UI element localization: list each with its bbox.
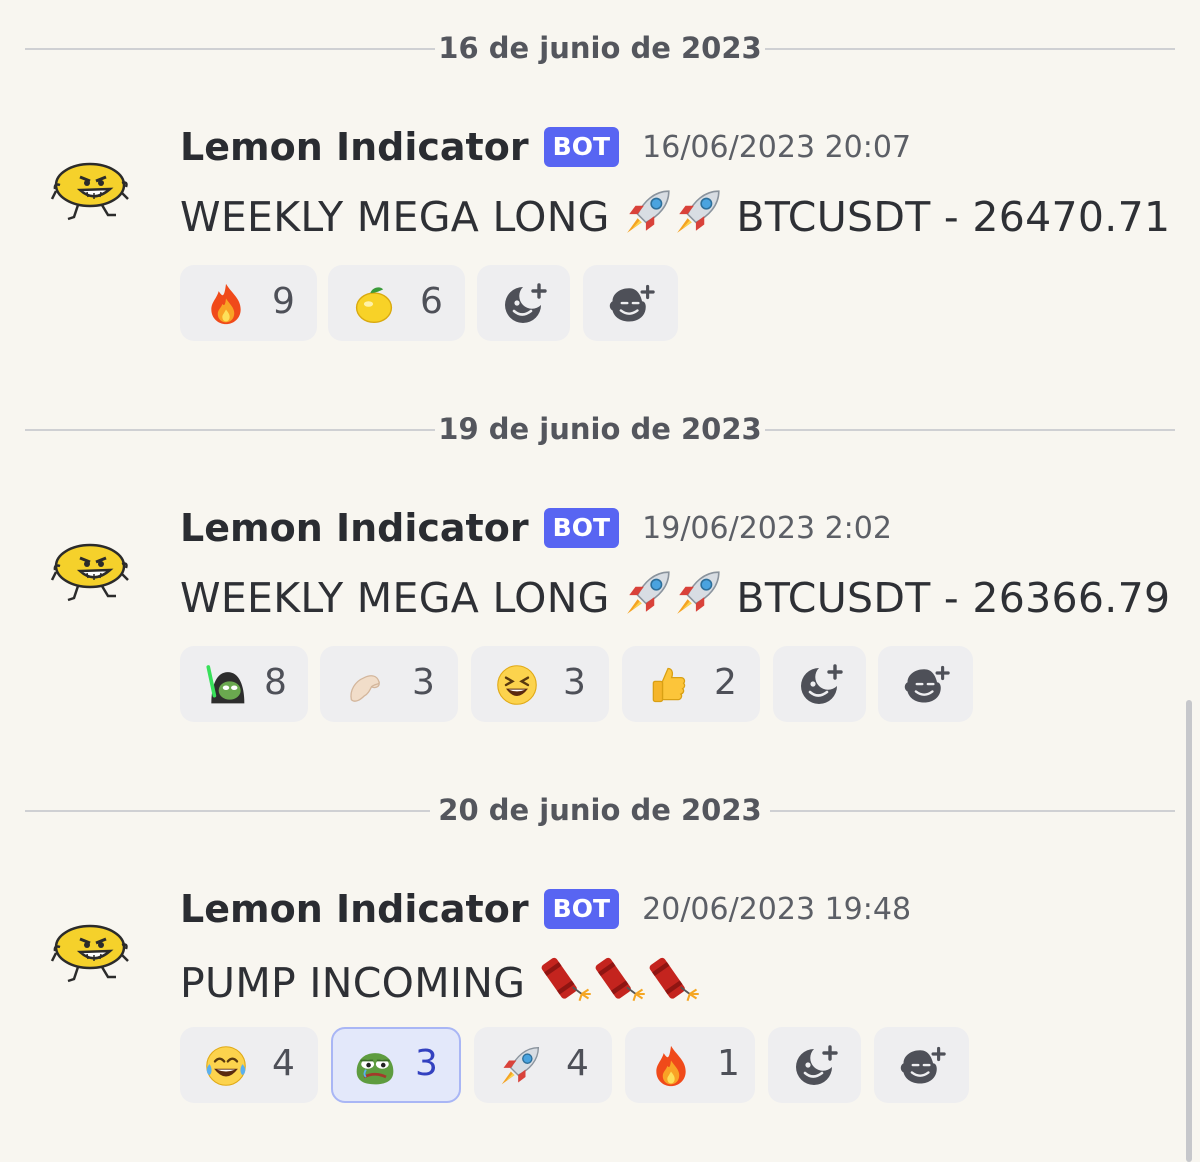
reaction-thumbs-up[interactable]: 2 — [622, 646, 760, 722]
reaction-count: 3 — [563, 662, 586, 703]
message-content: WEEKLY MEGA LONG BTCUSDT - 26470.71 — [180, 187, 1170, 241]
tears-of-joy-emoji — [204, 1044, 248, 1088]
pepe-jedi-emoji — [204, 663, 248, 707]
add-reaction-icon — [792, 1045, 840, 1087]
timestamp[interactable]: 20/06/2023 19:48 — [642, 892, 911, 927]
date-divider-label: 20 de junio de 2023 — [438, 793, 762, 827]
reaction-pepe-sad[interactable]: 3 — [331, 1027, 461, 1103]
timestamp[interactable]: 16/06/2023 20:07 — [642, 130, 911, 165]
scrollbar[interactable] — [1186, 700, 1192, 1162]
reaction-pinching-hand[interactable]: 3 — [320, 646, 458, 722]
fire-emoji — [649, 1044, 693, 1088]
reaction-tears-of-joy[interactable]: 4 — [180, 1027, 318, 1103]
lemon-emoji — [352, 282, 396, 326]
add-super-reaction-icon — [898, 1045, 946, 1087]
date-divider: 16 de junio de 2023 — [25, 28, 1175, 68]
avatar[interactable] — [50, 917, 130, 987]
message-header: Lemon Indicator BOT 20/06/2023 19:48 — [180, 887, 911, 943]
reaction-count: 4 — [566, 1043, 589, 1084]
add-reaction-icon — [797, 664, 845, 706]
reaction-count: 3 — [412, 662, 435, 703]
add-super-reaction-icon — [607, 283, 655, 325]
author-name[interactable]: Lemon Indicator — [180, 125, 529, 169]
reaction-fire[interactable]: 9 — [180, 265, 317, 341]
date-divider-label: 19 de junio de 2023 — [438, 412, 762, 446]
message-text: WEEKLY MEGA LONG — [180, 193, 610, 241]
add-super-reaction-button[interactable] — [583, 265, 678, 341]
pepe-sad-emoji — [353, 1044, 397, 1088]
reaction-fire[interactable]: 1 — [625, 1027, 755, 1103]
reaction-count: 9 — [272, 281, 295, 322]
message-text: WEEKLY MEGA LONG — [180, 574, 610, 622]
add-reaction-button[interactable] — [768, 1027, 861, 1103]
rocket-emoji — [623, 568, 673, 618]
date-divider: 19 de junio de 2023 — [25, 409, 1175, 449]
firecracker-emoji — [593, 949, 647, 1003]
reaction-lemon[interactable]: 6 — [328, 265, 465, 341]
fire-emoji — [204, 282, 248, 326]
reaction-count: 8 — [264, 662, 287, 703]
rocket-emoji — [623, 187, 673, 237]
rocket-emoji — [673, 187, 723, 237]
message-header: Lemon Indicator BOT 19/06/2023 2:02 — [180, 506, 892, 562]
timestamp[interactable]: 19/06/2023 2:02 — [642, 511, 892, 546]
add-super-reaction-icon — [902, 664, 950, 706]
add-reaction-button[interactable] — [773, 646, 866, 722]
message-content: WEEKLY MEGA LONG BTCUSDT - 26366.79 — [180, 568, 1170, 622]
bot-badge: BOT — [543, 508, 620, 548]
reaction-count: 3 — [415, 1043, 438, 1084]
message-content: PUMP INCOMING — [180, 949, 701, 1007]
reaction-count: 6 — [420, 281, 443, 322]
add-reaction-button[interactable] — [477, 265, 570, 341]
laughing-squint-emoji — [495, 663, 539, 707]
bot-badge: BOT — [543, 127, 620, 167]
reaction-rocket[interactable]: 4 — [474, 1027, 612, 1103]
author-name[interactable]: Lemon Indicator — [180, 887, 529, 931]
date-divider-label: 16 de junio de 2023 — [438, 31, 762, 65]
reaction-laughing[interactable]: 3 — [471, 646, 609, 722]
pinching-hand-emoji — [344, 663, 388, 707]
message-header: Lemon Indicator BOT 16/06/2023 20:07 — [180, 125, 911, 181]
firecracker-emoji — [539, 949, 593, 1003]
add-super-reaction-button[interactable] — [878, 646, 973, 722]
add-super-reaction-button[interactable] — [874, 1027, 969, 1103]
date-divider: 20 de junio de 2023 — [25, 790, 1175, 830]
reaction-pepe-jedi[interactable]: 8 — [180, 646, 308, 722]
reaction-count: 2 — [714, 662, 737, 703]
rocket-emoji — [673, 568, 723, 618]
rocket-emoji — [498, 1044, 542, 1088]
bot-badge: BOT — [543, 889, 620, 929]
message-text: PUMP INCOMING — [180, 959, 526, 1007]
avatar[interactable] — [50, 536, 130, 606]
avatar[interactable] — [50, 155, 130, 225]
thumbs-up-emoji — [646, 663, 690, 707]
reaction-count: 1 — [717, 1043, 740, 1084]
firecracker-emoji — [647, 949, 701, 1003]
author-name[interactable]: Lemon Indicator — [180, 506, 529, 550]
reaction-count: 4 — [272, 1043, 295, 1084]
add-reaction-icon — [501, 283, 549, 325]
message-text: BTCUSDT - 26366.79 — [736, 574, 1171, 622]
message-text: BTCUSDT - 26470.71 — [736, 193, 1171, 241]
